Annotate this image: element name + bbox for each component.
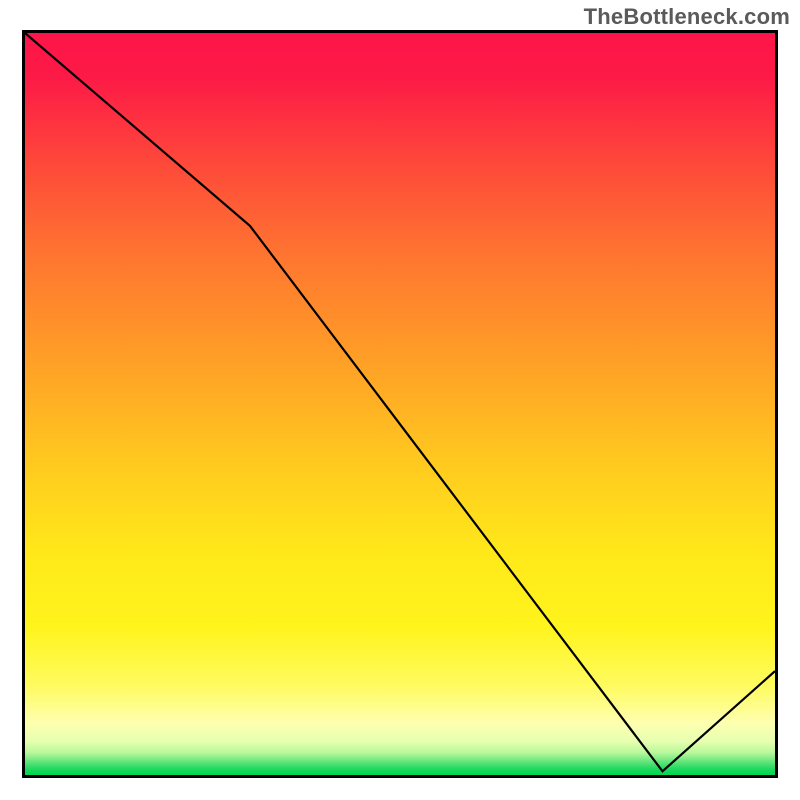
curve-line	[25, 33, 775, 771]
curve-svg	[25, 33, 775, 775]
plot-area	[22, 30, 778, 778]
chart-frame: TheBottleneck.com	[0, 0, 800, 800]
attribution-text: TheBottleneck.com	[584, 4, 790, 30]
